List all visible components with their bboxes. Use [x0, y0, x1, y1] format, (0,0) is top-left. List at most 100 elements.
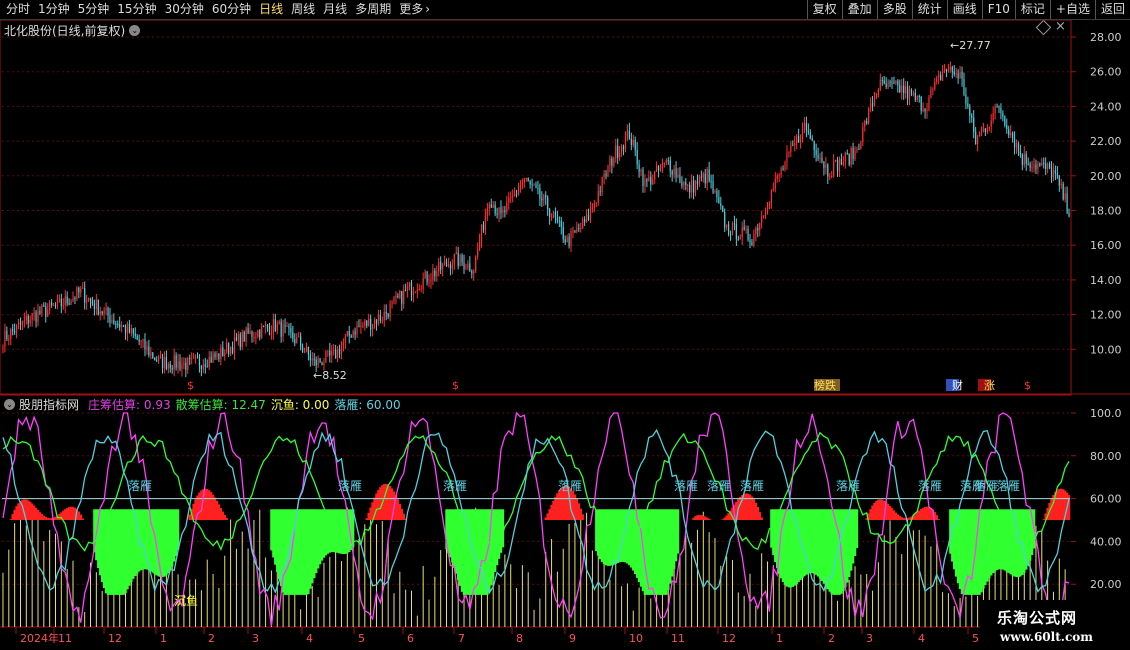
toolbar-button-5[interactable]: F10: [981, 0, 1015, 19]
toolbar-button-1[interactable]: 叠加: [841, 0, 877, 19]
candle-body: [99, 311, 101, 315]
candle-body: [624, 136, 627, 150]
candle-body: [89, 298, 92, 301]
toolbar-button-6[interactable]: 标记: [1014, 0, 1050, 19]
candle-body: [268, 327, 271, 335]
period-tab-7[interactable]: 周线: [287, 0, 319, 19]
period-tab-0[interactable]: 分时: [2, 0, 34, 19]
candle-body: [821, 157, 823, 162]
candle-body: [601, 177, 603, 193]
candle-body: [1021, 154, 1023, 165]
candle-body: [504, 210, 506, 213]
candle-body: [971, 115, 973, 118]
candle-body: [8, 338, 10, 340]
candle-body: [584, 219, 586, 223]
candle-body: [303, 351, 306, 353]
candle-body: [914, 92, 916, 100]
candle-body: [414, 291, 416, 293]
candle-body: [416, 289, 418, 292]
candle-body: [615, 145, 617, 158]
candle-body: [784, 162, 786, 170]
candle-body: [72, 298, 74, 302]
indicator-value-3: 落雁: 60.00: [334, 398, 401, 412]
candle-body: [883, 80, 885, 84]
candle-body: [117, 323, 119, 325]
candle-body: [70, 301, 72, 305]
candle-body: [792, 145, 794, 147]
chart-canvas[interactable]: 28.00 26.00 24.00 22.00 20.00 18.00 16.00 14.00…: [0, 20, 1130, 650]
candle-body: [259, 330, 261, 338]
period-tab-6[interactable]: 日线: [255, 0, 287, 19]
toolbar-button-4[interactable]: 画线: [946, 0, 982, 19]
candle-body: [175, 355, 177, 368]
candle-body: [580, 228, 582, 230]
watermark-url: www.60lt.com: [1000, 630, 1093, 644]
indicator-value-1: 散筹估算: 12.47: [175, 398, 266, 412]
period-tab-3[interactable]: 15分钟: [113, 0, 160, 19]
candle-body: [626, 130, 629, 137]
candle-body: [122, 325, 125, 327]
indicator-label-1: 落雁: [338, 479, 362, 493]
period-tab-10[interactable]: 更多 ›: [395, 0, 434, 19]
candle-body: [37, 311, 39, 322]
candle-body: [49, 302, 51, 310]
candle-body: [531, 184, 533, 186]
watermark-title: 乐淘公式网: [997, 609, 1078, 627]
candle-body: [159, 355, 162, 357]
candle-body: [410, 282, 413, 295]
candle-body: [805, 123, 808, 131]
candle-body: [193, 357, 195, 359]
candle-body: [56, 299, 59, 306]
candle-body: [62, 305, 64, 307]
candle-body: [737, 238, 739, 240]
candle-body: [930, 90, 932, 98]
candle-body: [587, 215, 590, 220]
candle-body: [665, 160, 667, 163]
candle-body: [432, 270, 434, 280]
main-tick-label-2: 24.00: [1090, 100, 1122, 113]
candle-body: [111, 320, 113, 323]
candle-body: [726, 224, 728, 228]
toolbar-button-3[interactable]: 统计: [911, 0, 947, 19]
candle-body: [381, 320, 383, 322]
candle-body: [947, 69, 950, 71]
candle-body: [702, 173, 704, 178]
candle-body: [156, 360, 158, 362]
toolbar-button-7[interactable]: +自选: [1049, 0, 1095, 19]
candle-body: [840, 158, 843, 165]
candle-body: [638, 164, 640, 172]
candle-body: [132, 328, 134, 334]
candle-body: [494, 204, 496, 214]
indicator-label-8: 落雁: [918, 479, 942, 493]
candle-body: [912, 92, 914, 94]
candle-body: [43, 305, 45, 307]
toolbar-button-8[interactable]: 返回: [1094, 0, 1130, 19]
toolbar-button-2[interactable]: 多股: [876, 0, 912, 19]
candle-body: [438, 261, 440, 272]
candle-body: [856, 148, 858, 152]
candle-body: [1002, 113, 1004, 117]
candle-body: [257, 330, 259, 337]
candle-body: [589, 208, 592, 220]
candle-body: [191, 358, 193, 360]
period-tab-8[interactable]: 月线: [319, 0, 351, 19]
chevron-down-icon[interactable]: ⌄: [4, 399, 15, 410]
period-tab-5[interactable]: 60分钟: [208, 0, 255, 19]
candle-body: [502, 210, 504, 214]
candle-body: [681, 182, 683, 186]
signal-marker-1: $: [452, 379, 459, 392]
period-tab-4[interactable]: 30分钟: [161, 0, 208, 19]
candle-body: [772, 188, 774, 191]
candle-body: [729, 234, 732, 236]
candle-body: [710, 180, 712, 182]
candle-body: [101, 311, 103, 314]
toolbar-button-0[interactable]: 复权: [806, 0, 842, 19]
candle-body: [801, 125, 804, 140]
period-tab-2[interactable]: 5分钟: [74, 0, 114, 19]
candle-body: [29, 319, 31, 324]
indicator-label-11: 落雁: [996, 479, 1020, 493]
period-tab-9[interactable]: 多周期: [351, 0, 395, 19]
candle-body: [490, 204, 492, 208]
candle-body: [348, 331, 350, 336]
period-tab-1[interactable]: 1分钟: [34, 0, 74, 19]
